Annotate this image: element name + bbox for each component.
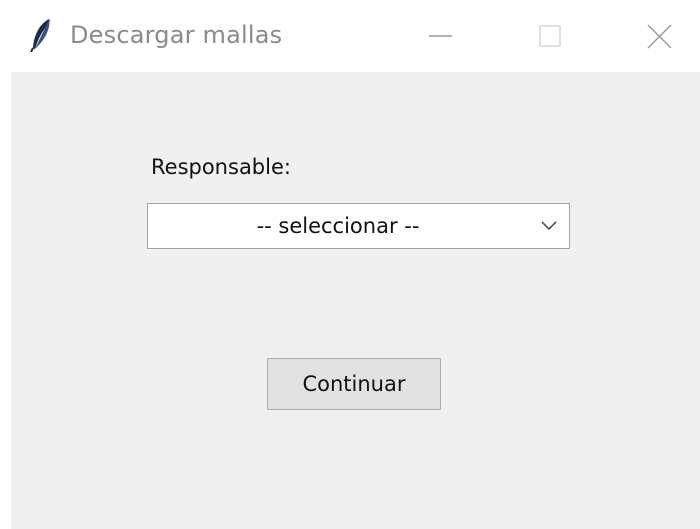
responsable-select-value: -- seleccionar -- [256, 214, 420, 238]
minimize-button[interactable] [405, 0, 475, 72]
maximize-button[interactable] [515, 0, 585, 72]
app-window: Descargar mallas Responsable: -- selecci… [0, 0, 700, 529]
feather-icon [30, 19, 50, 52]
close-icon [647, 24, 672, 49]
chevron-down-icon[interactable] [539, 219, 559, 233]
responsable-select[interactable]: -- seleccionar -- [147, 203, 570, 249]
minimize-icon [429, 35, 452, 37]
client-area: Responsable: -- seleccionar -- Continuar [11, 72, 700, 529]
continue-button[interactable]: Continuar [267, 358, 441, 410]
responsable-label: Responsable: [151, 155, 291, 179]
title-bar[interactable]: Descargar mallas [0, 0, 700, 72]
close-button[interactable] [625, 0, 695, 72]
window-title: Descargar mallas [70, 21, 283, 49]
maximize-icon [539, 25, 561, 47]
